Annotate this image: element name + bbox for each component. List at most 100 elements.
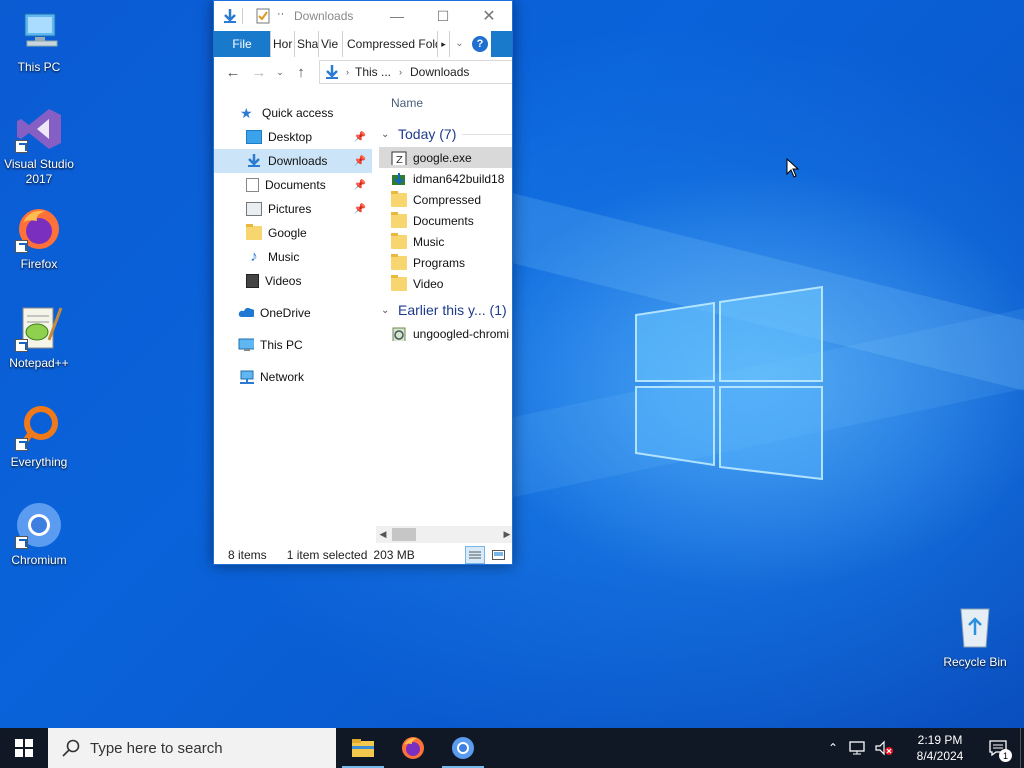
taskbar-search-box[interactable]: Type here to search bbox=[48, 728, 336, 768]
computer-icon bbox=[238, 338, 254, 351]
breadcrumb-separator-icon: › bbox=[399, 67, 403, 77]
folder-icon bbox=[391, 190, 407, 207]
tab-compressed-folder-tools[interactable]: Compressed Folde bbox=[342, 31, 437, 57]
nav-item-music[interactable]: ♪ Music bbox=[214, 245, 372, 269]
file-row-idman[interactable]: idman642build18 bbox=[379, 168, 512, 189]
address-bar[interactable]: › This ... › Downloads bbox=[319, 60, 512, 84]
downloads-arrow-icon bbox=[224, 9, 236, 23]
column-header-name[interactable]: Name bbox=[379, 89, 512, 117]
folder-icon bbox=[391, 232, 407, 249]
group-label: Today (7) bbox=[398, 126, 457, 142]
action-center-button[interactable]: 1 bbox=[976, 728, 1020, 768]
tab-share[interactable]: Sha bbox=[294, 31, 318, 57]
maximize-button[interactable]: ☐ bbox=[420, 1, 466, 31]
help-button[interactable]: ? bbox=[469, 31, 491, 57]
window-title: Downloads bbox=[294, 9, 354, 23]
start-button[interactable] bbox=[0, 728, 48, 768]
breadcrumb-downloads[interactable]: Downloads bbox=[410, 65, 469, 79]
pin-icon[interactable]: 📌 bbox=[354, 204, 366, 215]
desktop-icon-label: Recycle Bin bbox=[943, 655, 1007, 669]
nav-item-videos[interactable]: Videos bbox=[214, 269, 372, 293]
nav-item-quick-access[interactable]: ★ Quick access bbox=[214, 101, 372, 125]
file-row-compressed[interactable]: Compressed bbox=[379, 189, 512, 210]
file-name: Compressed bbox=[413, 192, 482, 207]
scroll-right-arrow-icon[interactable]: ▶ bbox=[500, 529, 512, 540]
shortcut-arrow-icon bbox=[15, 240, 28, 253]
file-row-music[interactable]: Music bbox=[379, 231, 512, 252]
clock-time: 2:19 PM bbox=[917, 733, 963, 747]
file-row-video[interactable]: Video bbox=[379, 273, 512, 294]
close-button[interactable]: ✕ bbox=[466, 1, 512, 31]
nav-item-pictures[interactable]: Pictures 📌 bbox=[214, 197, 372, 221]
file-name: Music bbox=[413, 234, 445, 249]
mouse-cursor-icon bbox=[786, 158, 800, 178]
status-selected-size: 203 MB bbox=[373, 548, 415, 562]
chromium-icon bbox=[15, 501, 63, 549]
group-header-earlier-this-year[interactable]: ⌄ Earlier this y... (1) bbox=[379, 297, 512, 323]
desktop-icon-this-pc[interactable]: This PC bbox=[1, 8, 77, 75]
speaker-muted-icon[interactable] bbox=[874, 740, 894, 756]
tab-view[interactable]: Vie bbox=[318, 31, 342, 57]
system-tray: ⌃ 2:19 PM 8/4/2024 1 bbox=[822, 728, 1024, 768]
group-header-today[interactable]: ⌄ Today (7) bbox=[379, 121, 512, 147]
pin-icon[interactable]: 📌 bbox=[354, 156, 366, 167]
tab-home[interactable]: Hor bbox=[270, 31, 294, 57]
nav-item-downloads[interactable]: Downloads 📌 bbox=[214, 149, 372, 173]
nav-item-network[interactable]: Network bbox=[214, 365, 372, 389]
nav-item-documents[interactable]: Documents 📌 bbox=[214, 173, 372, 197]
status-selected-count: 1 item selected bbox=[286, 548, 368, 562]
nav-item-onedrive[interactable]: OneDrive bbox=[214, 301, 372, 325]
file-row-programs[interactable]: Programs bbox=[379, 252, 512, 273]
file-row-google-exe[interactable]: Z google.exe bbox=[379, 147, 512, 168]
desktop-icon-everything[interactable]: Everything bbox=[1, 403, 77, 470]
desktop-icon-firefox[interactable]: Firefox bbox=[1, 205, 77, 272]
file-row-ungoogled-chromium[interactable]: ungoogled-chromi bbox=[379, 323, 512, 344]
scrollbar-thumb[interactable] bbox=[392, 528, 416, 541]
network-wired-icon[interactable] bbox=[848, 740, 866, 756]
show-hidden-icons-chevron-icon[interactable]: ⌃ bbox=[822, 741, 844, 755]
downloads-arrow-icon bbox=[248, 154, 260, 167]
taskbar-chromium[interactable] bbox=[438, 728, 488, 768]
notepad-plus-plus-icon bbox=[15, 304, 63, 352]
forward-arrow-icon[interactable]: → bbox=[246, 64, 272, 81]
desktop-icon-chromium[interactable]: Chromium bbox=[1, 501, 77, 568]
up-arrow-icon[interactable]: ↑ bbox=[288, 64, 314, 81]
back-arrow-icon[interactable]: ← bbox=[220, 64, 246, 81]
nav-item-desktop[interactable]: Desktop 📌 bbox=[214, 125, 372, 149]
ribbon-scroll-right-icon[interactable]: ▸ bbox=[437, 31, 449, 57]
tab-file[interactable]: File bbox=[214, 31, 270, 57]
taskbar: Type here to search ⌃ 2:19 PM 8/4/2024 1 bbox=[0, 728, 1024, 768]
group-label: Earlier this y... (1) bbox=[398, 302, 507, 318]
desktop-icon-recycle-bin[interactable]: Recycle Bin bbox=[937, 603, 1013, 670]
taskbar-clock[interactable]: 2:19 PM 8/4/2024 bbox=[904, 732, 976, 764]
desktop-icon-visual-studio[interactable]: Visual Studio 2017 bbox=[1, 105, 77, 187]
breadcrumb-this-pc[interactable]: This ... bbox=[355, 65, 391, 79]
file-row-documents[interactable]: Documents bbox=[379, 210, 512, 231]
desktop-icon-notepad-plus-plus[interactable]: Notepad++ bbox=[1, 304, 77, 371]
details-view-button[interactable] bbox=[465, 546, 485, 564]
scroll-left-arrow-icon[interactable]: ◀ bbox=[376, 529, 390, 540]
file-explorer-window[interactable]: ·· Downloads — ☐ ✕ File Hor Sha Vie Comp… bbox=[213, 0, 513, 565]
taskbar-file-explorer[interactable] bbox=[338, 728, 388, 768]
show-desktop-button[interactable] bbox=[1020, 728, 1024, 768]
properties-quick-access-icon[interactable] bbox=[256, 8, 270, 24]
recent-locations-chevron-icon[interactable]: ⌄ bbox=[272, 67, 288, 78]
ribbon-tabs: File Hor Sha Vie Compressed Folde ▸ ⌄ ? bbox=[214, 31, 512, 57]
notification-count-badge: 1 bbox=[999, 749, 1012, 762]
horizontal-scrollbar[interactable]: ◀ ▶ bbox=[376, 526, 512, 543]
minimize-button[interactable]: — bbox=[374, 1, 420, 31]
nav-item-this-pc[interactable]: This PC bbox=[214, 333, 372, 357]
shortcut-arrow-icon bbox=[15, 140, 28, 153]
window-titlebar[interactable]: ·· Downloads — ☐ ✕ bbox=[214, 1, 512, 31]
taskbar-firefox[interactable] bbox=[388, 728, 438, 768]
large-icons-view-button[interactable] bbox=[489, 547, 507, 563]
folder-icon bbox=[391, 274, 407, 291]
chromium-icon bbox=[452, 737, 474, 759]
ribbon-expand-chevron-icon[interactable]: ⌄ bbox=[449, 31, 469, 57]
file-name: Programs bbox=[413, 255, 466, 270]
nav-item-google[interactable]: Google bbox=[214, 221, 372, 245]
customize-toolbar-icon[interactable]: ·· bbox=[277, 8, 284, 20]
svg-text:Z: Z bbox=[396, 155, 403, 165]
pin-icon[interactable]: 📌 bbox=[354, 132, 366, 143]
pin-icon[interactable]: 📌 bbox=[354, 180, 366, 191]
